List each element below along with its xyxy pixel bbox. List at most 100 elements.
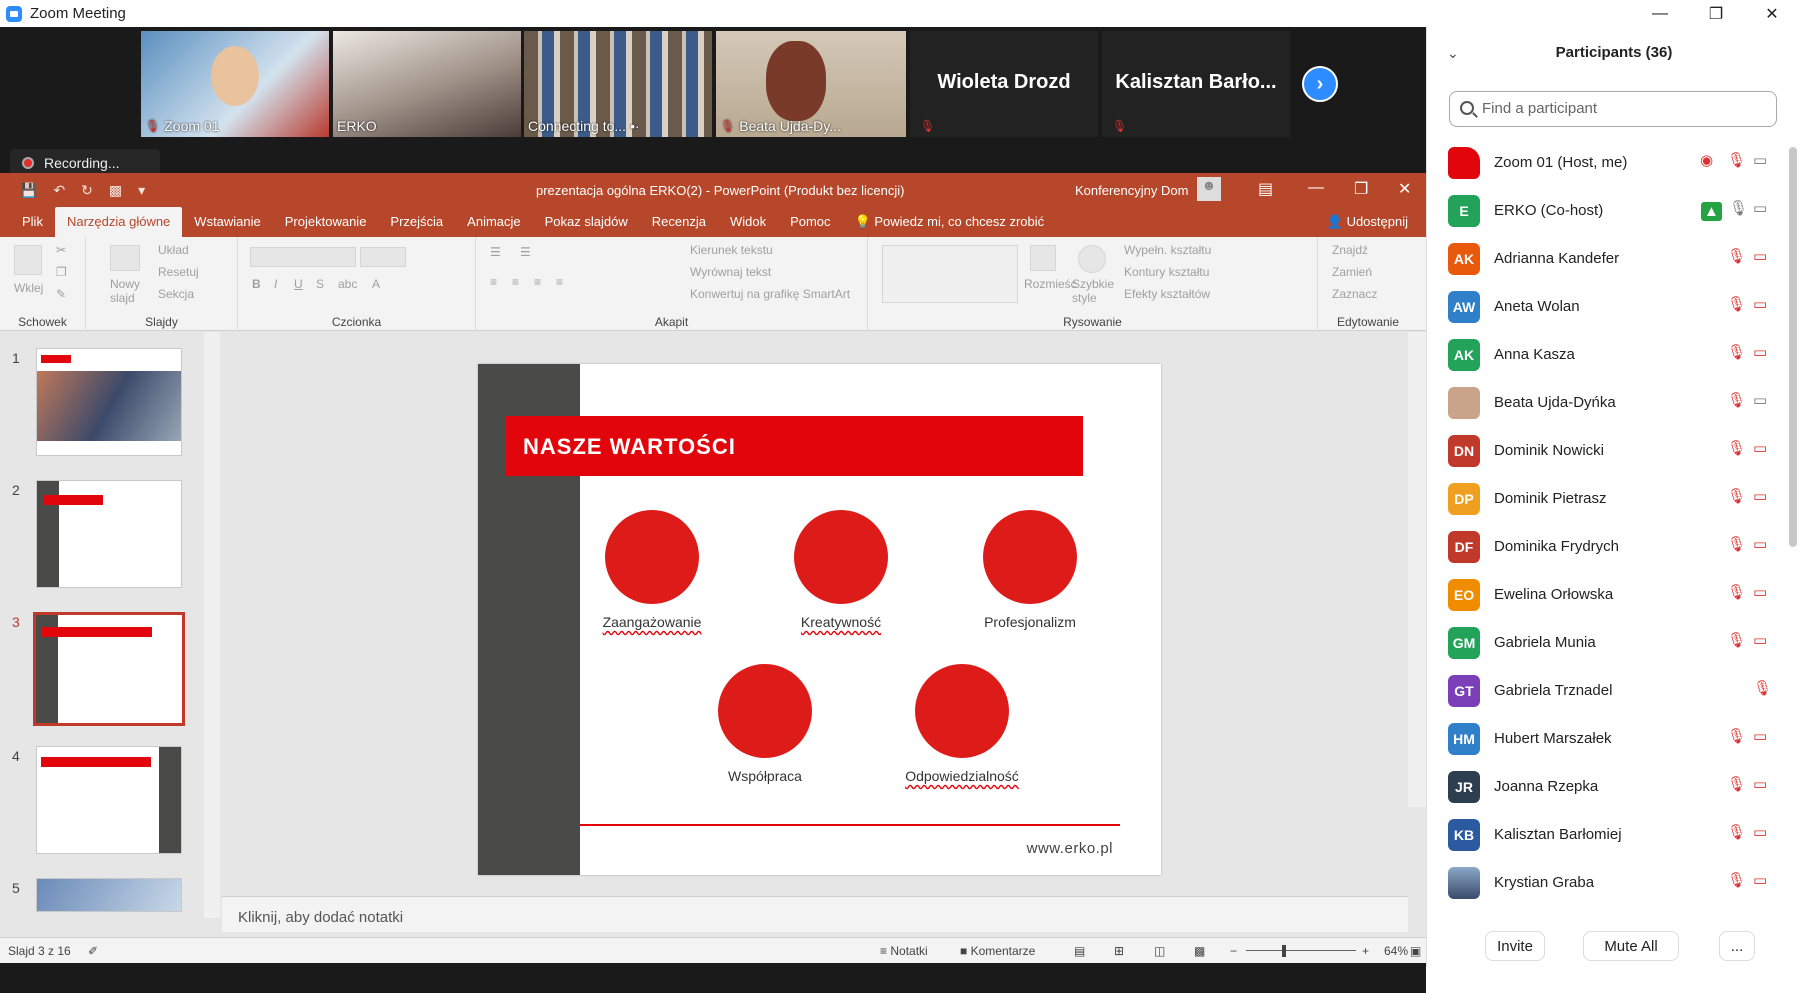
zoom-slider-thumb[interactable] — [1282, 945, 1286, 957]
participant-row[interactable]: HM Hubert Marszałek 🎙 ▭ — [1427, 713, 1785, 761]
mic-off-icon[interactable]: 🎙 — [1727, 727, 1746, 745]
editor-scrollbar[interactable] — [1408, 332, 1426, 807]
replace-button[interactable]: Zamień — [1332, 265, 1372, 279]
justify-icon[interactable]: ≡ — [556, 275, 563, 289]
slide-thumb-3[interactable] — [33, 612, 185, 726]
mic-off-icon[interactable]: 🎙 — [1727, 295, 1746, 313]
video-icon[interactable]: ▭ — [1753, 391, 1767, 409]
tab-animations[interactable]: Animacje — [455, 207, 532, 237]
tab-design[interactable]: Projektowanie — [273, 207, 379, 237]
mic-off-icon[interactable]: 🎙 — [1727, 391, 1746, 409]
participant-row[interactable]: GT Gabriela Trznadel 🎙 — [1427, 665, 1785, 713]
text-direction-button[interactable]: Kierunek tekstu — [690, 243, 773, 257]
quick-styles-icon[interactable] — [1078, 245, 1106, 273]
video-icon[interactable]: ▭ — [1753, 151, 1767, 169]
mic-off-icon[interactable]: 🎙 — [1727, 439, 1746, 457]
mic-on-icon[interactable]: 🎙 — [1729, 199, 1748, 217]
participant-row[interactable]: DF Dominika Frydrych 🎙 ▭ — [1427, 521, 1785, 569]
tab-help[interactable]: Pomoc — [778, 207, 842, 237]
participant-row[interactable]: AK Adrianna Kandefer 🎙 ▭ — [1427, 233, 1785, 281]
video-tile-erko[interactable]: ERKO — [333, 31, 521, 137]
hands-plant-icon[interactable] — [915, 664, 1009, 758]
select-button[interactable]: Zaznacz — [1332, 287, 1377, 301]
video-icon[interactable]: ▭ — [1753, 199, 1767, 217]
tab-slideshow[interactable]: Pokaz slajdów — [533, 207, 640, 237]
align-left-icon[interactable]: ≡ — [490, 275, 497, 289]
participant-row[interactable]: GM Gabriela Munia 🎙 ▭ — [1427, 617, 1785, 665]
video-off-icon[interactable]: ▭ — [1753, 583, 1767, 601]
ppt-close-icon[interactable]: ✕ — [1398, 179, 1411, 199]
slideshow-icon[interactable]: ▩ — [109, 182, 122, 199]
copy-icon[interactable]: ❐ — [56, 265, 67, 279]
participants-scrollbar[interactable] — [1789, 147, 1797, 547]
slide-title-banner[interactable]: NASZE WARTOŚCI — [505, 416, 1083, 476]
video-off-icon[interactable]: ▭ — [1753, 727, 1767, 745]
video-off-icon[interactable]: ▭ — [1753, 871, 1767, 889]
arrange-icon[interactable] — [1030, 245, 1056, 271]
mic-off-icon[interactable]: 🎙 — [1753, 679, 1772, 697]
mic-off-icon[interactable]: 🎙 — [1727, 151, 1746, 169]
shape-effects-button[interactable]: Efekty kształtów — [1124, 287, 1210, 301]
ppt-restore-icon[interactable]: ❐ — [1354, 179, 1368, 199]
font-name-select[interactable] — [250, 247, 356, 267]
ppt-user-name[interactable]: Konferencyjny Dom — [1075, 183, 1188, 198]
undo-icon[interactable]: ↶ — [53, 182, 65, 199]
zoom-slider[interactable] — [1246, 950, 1356, 951]
layout-button[interactable]: Układ — [158, 243, 189, 257]
slide-thumb-5[interactable] — [36, 878, 182, 912]
participant-row[interactable]: EO Ewelina Orłowska 🎙 ▭ — [1427, 569, 1785, 617]
save-icon[interactable]: 💾 — [20, 182, 37, 199]
section-button[interactable]: Sekcja — [158, 287, 194, 301]
network-people-icon[interactable] — [605, 510, 699, 604]
align-center-icon[interactable]: ≡ — [512, 275, 519, 289]
shapes-gallery[interactable] — [882, 245, 1018, 303]
tab-review[interactable]: Recenzja — [640, 207, 718, 237]
mic-off-icon[interactable]: 🎙 — [1727, 343, 1746, 361]
convert-smartart-button[interactable]: Konwertuj na grafikę SmartArt — [690, 287, 850, 301]
notes-toggle-button[interactable]: ≡ Notatki — [880, 944, 928, 958]
current-slide[interactable]: NASZE WARTOŚCI Zaangażowanie Kreatywność… — [478, 364, 1161, 875]
invite-button[interactable]: Invite — [1485, 931, 1545, 961]
tab-home[interactable]: Narzędzia główne — [54, 207, 183, 237]
participant-row[interactable]: Krystian Graba 🎙 ▭ — [1427, 857, 1785, 905]
slideshow-view-icon[interactable]: ▩ — [1194, 944, 1205, 958]
ppt-minimize-icon[interactable]: — — [1308, 179, 1324, 197]
slide-thumb-2[interactable] — [36, 480, 182, 588]
ribbon-display-icon[interactable]: ▤ — [1258, 179, 1273, 199]
mic-off-icon[interactable]: 🎙 — [1727, 583, 1746, 601]
bold-icon[interactable]: B — [252, 277, 261, 291]
normal-view-icon[interactable]: ▤ — [1074, 944, 1085, 958]
customize-qat-icon[interactable]: ▾ — [138, 182, 145, 199]
slide-sorter-icon[interactable]: ⊞ — [1114, 944, 1124, 958]
strikethrough-icon[interactable]: abc — [338, 277, 357, 291]
user-avatar-icon[interactable]: ☻ — [1197, 177, 1221, 201]
font-color-icon[interactable]: A — [372, 277, 380, 291]
mic-off-icon[interactable]: 🎙 — [1727, 487, 1746, 505]
spellcheck-icon[interactable]: ✐ — [88, 944, 98, 958]
reading-view-icon[interactable]: ◫ — [1154, 944, 1165, 958]
underline-icon[interactable]: U — [294, 277, 303, 291]
video-tile-connecting[interactable]: Connecting to... •· — [524, 31, 712, 137]
slide-thumb-1[interactable] — [36, 348, 182, 456]
cut-icon[interactable]: ✂ — [56, 243, 66, 257]
video-off-icon[interactable]: ▭ — [1753, 295, 1767, 313]
video-off-icon[interactable]: ▭ — [1753, 439, 1767, 457]
restore-icon[interactable]: ❐ — [1688, 0, 1744, 27]
video-off-icon[interactable]: ▭ — [1753, 775, 1767, 793]
participant-row[interactable]: Beata Ujda-Dyńka 🎙 ▭ — [1427, 377, 1785, 425]
video-tile-wioleta[interactable]: Wioleta Drozd 🎙 — [910, 31, 1098, 137]
reset-button[interactable]: Resetuj — [158, 265, 199, 279]
video-off-icon[interactable]: ▭ — [1753, 535, 1767, 553]
participant-search-input[interactable]: Find a participant — [1449, 91, 1777, 127]
next-page-button[interactable]: › — [1302, 66, 1338, 102]
tab-file[interactable]: Plik — [10, 207, 55, 237]
format-painter-icon[interactable]: ✎ — [56, 287, 66, 301]
video-off-icon[interactable]: ▭ — [1753, 631, 1767, 649]
slide-thumb-4[interactable] — [36, 746, 182, 854]
mute-all-button[interactable]: Mute All — [1583, 931, 1679, 961]
comments-toggle-button[interactable]: ■ Komentarze — [960, 944, 1035, 958]
participant-row[interactable]: KB Kalisztan Barłomiej 🎙 ▭ — [1427, 809, 1785, 857]
mic-off-icon[interactable]: 🎙 — [1727, 871, 1746, 889]
participant-row[interactable]: Zoom 01 (Host, me) ◉ 🎙 ▭ — [1427, 137, 1785, 185]
tell-me-search[interactable]: 💡 Powiedz mi, co chcesz zrobić — [843, 207, 1057, 237]
